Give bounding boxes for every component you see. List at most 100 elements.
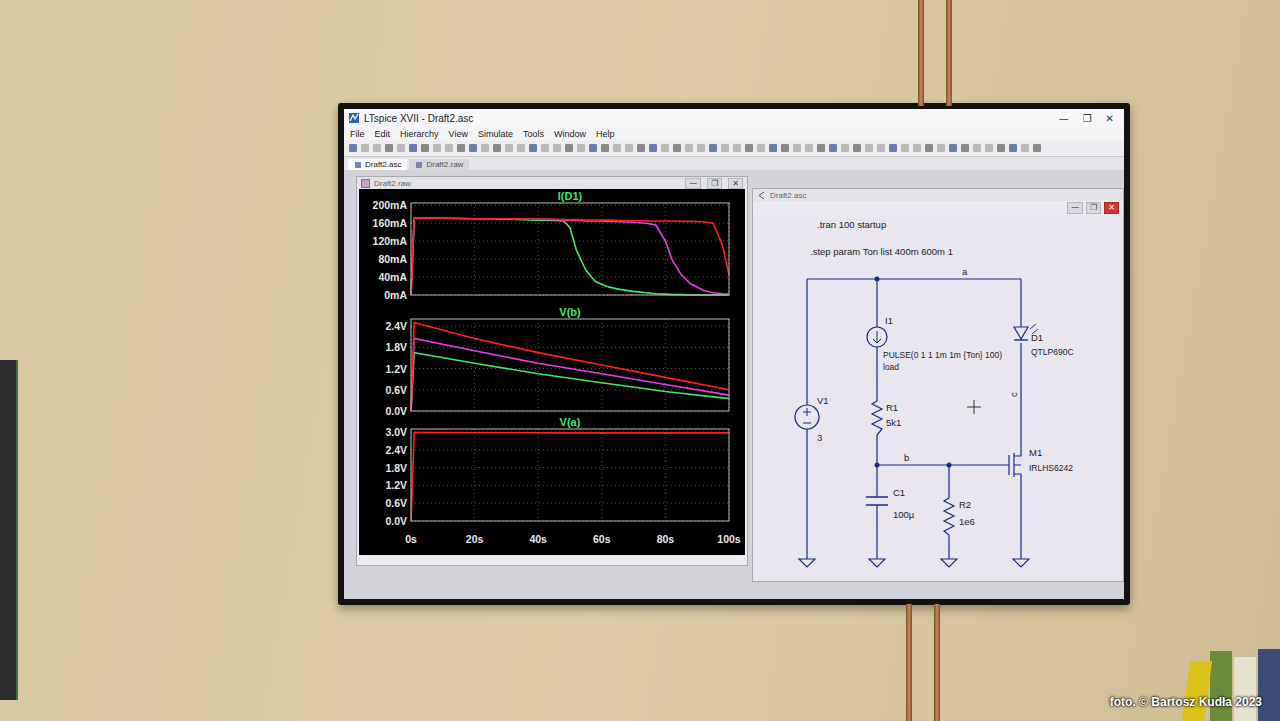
tool-icon[interactable]	[432, 143, 442, 153]
menu-item[interactable]: Edit	[375, 129, 391, 139]
tool-icon[interactable]	[468, 143, 478, 153]
waveform-window[interactable]: Draft2.raw—❐✕I(D1)200mA160mA120mA80mA40m…	[356, 176, 748, 566]
window-control[interactable]: ✕	[1104, 202, 1119, 214]
window-control[interactable]: —	[1059, 113, 1069, 124]
tool-icon[interactable]	[900, 143, 910, 153]
tool-icon[interactable]	[456, 143, 466, 153]
tool-icon[interactable]	[1020, 143, 1030, 153]
window-control[interactable]: —	[685, 178, 701, 189]
trace-line[interactable]	[411, 353, 729, 411]
schematic-window[interactable]: Draft2.asc—❐✕.tran 100 startup.step para…	[752, 188, 1124, 582]
tool-icon[interactable]	[924, 143, 934, 153]
tool-icon[interactable]	[576, 143, 586, 153]
schematic-canvas[interactable]: .tran 100 startup .step param Ton list 40…	[753, 215, 1123, 577]
tool-icon[interactable]	[396, 143, 406, 153]
window-control[interactable]: ❐	[1086, 202, 1101, 214]
spice-directive[interactable]: .tran 100 startup	[817, 219, 886, 230]
menu-item[interactable]: View	[449, 129, 468, 139]
tab[interactable]: Draft2.raw	[409, 159, 469, 170]
tool-icon[interactable]	[636, 143, 646, 153]
net-label[interactable]: c	[1008, 392, 1019, 397]
tool-icon[interactable]	[552, 143, 562, 153]
tool-icon[interactable]	[648, 143, 658, 153]
tool-icon[interactable]	[840, 143, 850, 153]
window-control[interactable]: ✕	[1106, 113, 1114, 124]
menu-item[interactable]: Help	[596, 129, 615, 139]
trace-line[interactable]	[411, 218, 729, 295]
tool-icon[interactable]	[792, 143, 802, 153]
current-source[interactable]: I1PULSE(0 1 1 1m 1m {Ton} 100)load	[867, 315, 1002, 372]
tool-icon[interactable]	[624, 143, 634, 153]
tool-icon[interactable]	[828, 143, 838, 153]
net-label[interactable]: b	[904, 452, 909, 463]
tool-icon[interactable]	[876, 143, 886, 153]
tool-icon[interactable]	[912, 143, 922, 153]
tool-icon[interactable]	[768, 143, 778, 153]
tool-icon[interactable]	[480, 143, 490, 153]
window-control[interactable]: ❐	[1083, 113, 1092, 124]
tool-icon[interactable]	[348, 143, 358, 153]
tool-icon[interactable]	[948, 143, 958, 153]
tool-icon[interactable]	[756, 143, 766, 153]
tool-icon[interactable]	[696, 143, 706, 153]
tool-icon[interactable]	[960, 143, 970, 153]
trace-line[interactable]	[411, 323, 729, 412]
tool-icon[interactable]	[888, 143, 898, 153]
tool-icon[interactable]	[996, 143, 1006, 153]
tool-icon[interactable]	[540, 143, 550, 153]
tool-icon[interactable]	[408, 143, 418, 153]
tool-icon[interactable]	[444, 143, 454, 153]
window-control[interactable]: ✕	[728, 178, 743, 189]
tool-icon[interactable]	[516, 143, 526, 153]
tool-icon[interactable]	[492, 143, 502, 153]
menu-item[interactable]: Hierarchy	[400, 129, 439, 139]
tool-icon[interactable]	[1008, 143, 1018, 153]
trace-line[interactable]	[411, 433, 729, 521]
menu-item[interactable]: Tools	[523, 129, 544, 139]
tool-icon[interactable]	[588, 143, 598, 153]
tool-icon[interactable]	[420, 143, 430, 153]
capacitor[interactable]: C1100µ	[866, 487, 915, 520]
voltage-source[interactable]: V13	[795, 395, 829, 443]
tool-icon[interactable]	[360, 143, 370, 153]
tool-icon[interactable]	[528, 143, 538, 153]
led[interactable]: D1QTLP690C	[1014, 324, 1074, 357]
tool-icon[interactable]	[816, 143, 826, 153]
tool-icon[interactable]	[708, 143, 718, 153]
tool-icon[interactable]	[936, 143, 946, 153]
tool-icon[interactable]	[804, 143, 814, 153]
tool-icon[interactable]	[660, 143, 670, 153]
tool-icon[interactable]	[732, 143, 742, 153]
waveform-plot[interactable]: I(D1)200mA160mA120mA80mA40mA0mAV(b)2.4V1…	[359, 189, 745, 555]
tool-icon[interactable]	[564, 143, 574, 153]
tool-icon[interactable]	[1032, 143, 1042, 153]
trace-line[interactable]	[411, 218, 729, 295]
tool-icon[interactable]	[684, 143, 694, 153]
tool-icon[interactable]	[984, 143, 994, 153]
tool-icon[interactable]	[852, 143, 862, 153]
tool-icon[interactable]	[780, 143, 790, 153]
tool-icon[interactable]	[864, 143, 874, 153]
tab[interactable]: Draft2.asc	[348, 159, 407, 170]
tool-icon[interactable]	[672, 143, 682, 153]
trace-line[interactable]	[411, 218, 729, 295]
trace-line[interactable]	[411, 339, 729, 412]
tool-icon[interactable]	[972, 143, 982, 153]
menu-item[interactable]: Window	[554, 129, 586, 139]
spice-directive[interactable]: .step param Ton list 400m 600m 1	[810, 246, 953, 257]
menu-item[interactable]: File	[350, 129, 365, 139]
tool-icon[interactable]	[600, 143, 610, 153]
resistor[interactable]: R21e6	[944, 498, 975, 535]
menu-item[interactable]: Simulate	[478, 129, 513, 139]
window-control[interactable]: —	[1067, 202, 1083, 214]
tool-icon[interactable]	[384, 143, 394, 153]
net-label[interactable]: a	[962, 266, 968, 277]
mosfet[interactable]: M1IRLHS6242	[1009, 447, 1073, 477]
tool-icon[interactable]	[744, 143, 754, 153]
resistor[interactable]: R15k1	[872, 401, 901, 435]
window-control[interactable]: ❐	[707, 178, 722, 189]
tool-icon[interactable]	[720, 143, 730, 153]
tool-icon[interactable]	[612, 143, 622, 153]
tool-icon[interactable]	[504, 143, 514, 153]
tool-icon[interactable]	[372, 143, 382, 153]
